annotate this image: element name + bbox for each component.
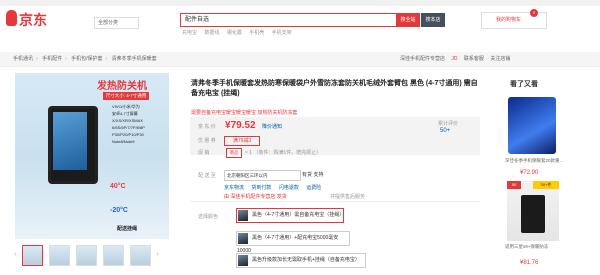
image-footer-text: 配送挂绳	[117, 226, 138, 232]
product-title: 清弗冬季手机保暖套发热防寒保暖袋户外雪防冻套防关机毛绒外套臂包 黑色 (4-7寸…	[191, 80, 478, 97]
service-tag[interactable]: 京东物流	[224, 185, 244, 191]
gift-condition: × 1 （条件：购满1件，赠完即止）	[245, 150, 322, 156]
thumbnail[interactable]	[76, 245, 97, 266]
jd-badge: JD	[451, 56, 458, 62]
follow-shop-link[interactable]: 关注店铺	[490, 56, 510, 62]
price-drop-notify-link[interactable]: 降价通知	[262, 123, 282, 130]
recommended-item-title[interactable]: 适用三星s9+保暖防冻	[505, 244, 575, 250]
breadcrumb-separator: ›	[105, 56, 108, 62]
thumbnail[interactable]	[49, 245, 70, 266]
compat-line: X/XS/XR/XSMAX	[112, 118, 143, 123]
price-label: 京 东 价	[198, 124, 216, 130]
compat-line: 6/6S/6P/7/7P/8/8P	[112, 125, 145, 130]
service-tag[interactable]: 闪电退款	[279, 185, 299, 191]
after-sales-note: 并提供售后服务	[330, 194, 366, 200]
breadcrumb-item: 清弗冬季手机保暖套	[111, 56, 157, 62]
stock-status: 有货 支持	[302, 172, 324, 178]
delivery-address-selector[interactable]: 北京朝阳区三环以内	[224, 170, 301, 181]
hot-word[interactable]: 钢化膜	[227, 30, 242, 36]
hot-word[interactable]: 手机支架	[272, 30, 292, 36]
price-number: 79.52	[230, 120, 256, 131]
breadcrumb: 手机通讯 › 手机配件 › 手机包/保护套 › 清弗冬季手机保暖套	[13, 55, 160, 62]
coupon-label: 优 惠 券	[198, 138, 216, 144]
color-option[interactable]: 黑色升级款加长无需取手机+挂绳（自备充电宝）	[236, 253, 366, 268]
recommended-item-image[interactable]	[508, 97, 556, 154]
thumbnail[interactable]	[130, 245, 151, 266]
thumb-next-arrow-icon[interactable]: ›	[156, 249, 159, 258]
delivery-label: 配 送 至	[198, 173, 216, 179]
thumbnail-strip: ‹ ›	[14, 245, 166, 269]
compat-line: Note8/Note9	[112, 139, 135, 144]
recommended-item-image[interactable]: 50 50+件	[507, 181, 559, 241]
color-option[interactable]: 黑色（4-7寸通用）需自备充电宝（挂绳）	[236, 208, 344, 223]
item-tag: 50+件	[533, 181, 559, 189]
option-label: 黑色升级款加长无需取手机+挂绳（自备充电宝）	[252, 257, 360, 263]
option-label: 黑色（4-7寸通用）+配充电宝5000毫安10000	[237, 235, 339, 254]
service-tags: 京东物流 货到付款 闪电退款 运费险	[224, 184, 327, 191]
coupon-tag[interactable]: 满79减3	[224, 136, 260, 146]
cold-temp-label: -20°C	[110, 207, 128, 214]
image-size-banner: 尺寸大小: 4-7寸通用	[103, 92, 149, 100]
compat-line: P30/P20/P10/P30	[112, 132, 144, 137]
thumbnail[interactable]	[103, 245, 124, 266]
jd-logo[interactable]: 京东	[19, 10, 47, 30]
product-promo-text: 需要自备充电宝暖宝暖宝暖宝 加热防关机防冻套	[191, 110, 298, 116]
phone-screen-graphic	[53, 112, 87, 170]
cart-count-badge: 0	[530, 9, 538, 17]
ship-from-shop[interactable]: 由 深佳手机配件专营店 发货	[224, 193, 287, 200]
shop-name-link[interactable]: 深佳手机配件专营店	[400, 56, 445, 62]
recommended-item-title[interactable]: 深佳冬季手机保暖套20款重...	[505, 158, 575, 164]
service-tag[interactable]: 货到付款	[251, 185, 271, 191]
hot-word[interactable]: 数据线	[204, 30, 219, 36]
gift-tag: 赠品	[226, 148, 242, 158]
hot-word[interactable]: 手机壳	[249, 30, 264, 36]
divider	[190, 201, 480, 202]
hot-temp-label: 40°C	[110, 183, 126, 190]
review-count-value[interactable]: 50+	[440, 128, 450, 134]
color-option[interactable]: 黑色（4-7寸通用）+配充电宝5000毫安10000	[236, 231, 350, 254]
option-swatch	[238, 233, 248, 244]
item-tag: 50	[507, 181, 521, 189]
review-count-label: 累计评价	[438, 121, 459, 127]
option-swatch	[238, 255, 248, 266]
search-shop-button[interactable]: 搜本店	[421, 13, 445, 27]
image-compat-list: VIVO/小米/华为 安卓4-7寸屏幕 X/XS/XR/XSMAX 6/6S/6…	[112, 103, 145, 145]
promo-label: 促 销	[198, 150, 210, 156]
breadcrumb-item[interactable]: 手机通讯	[13, 56, 33, 62]
thumb-prev-arrow-icon[interactable]: ‹	[14, 249, 17, 258]
cart-label: 我的购物车	[496, 17, 522, 23]
recommended-item-price: ¥72.90	[520, 170, 539, 176]
phone-graphic	[521, 195, 545, 233]
color-label: 选择颜色	[198, 214, 219, 220]
recommended-item-price: ¥81.76	[520, 260, 539, 266]
search-input[interactable]: 配件自选	[180, 13, 397, 27]
breadcrumb-separator: ›	[65, 56, 67, 62]
thumbnail[interactable]	[22, 245, 43, 266]
shop-links: 深佳手机配件专营店 JD 联系客服 关注店铺	[400, 55, 515, 62]
side-recommend-title: 看了又看	[510, 81, 538, 88]
compat-line: VIVO/小米/华为	[112, 104, 140, 109]
breadcrumb-separator: ›	[36, 56, 38, 62]
top-bar	[0, 0, 600, 6]
breadcrumb-item[interactable]: 手机配件	[42, 56, 62, 62]
search-all-button[interactable]: 搜全站	[396, 13, 420, 27]
option-swatch	[238, 210, 248, 221]
breadcrumb-item[interactable]: 手机包/保护套	[71, 56, 102, 62]
hot-word[interactable]: 充电宝	[182, 30, 197, 36]
price-value: ¥79.52	[225, 120, 256, 131]
option-label: 黑色（4-7寸通用）需自备充电宝（挂绳）	[252, 212, 345, 218]
hot-words: 充电宝 数据线 钢化膜 手机壳 手机支架	[182, 29, 298, 36]
contact-service-link[interactable]: 联系客服	[464, 56, 484, 62]
service-tag[interactable]: 运费险	[306, 185, 321, 191]
compat-line: 安卓4-7寸屏幕	[112, 111, 138, 116]
image-headline: 发热防关机	[97, 81, 147, 92]
category-button[interactable]: 全部分类	[94, 17, 139, 29]
jd-dog-logo-icon[interactable]	[6, 10, 17, 26]
